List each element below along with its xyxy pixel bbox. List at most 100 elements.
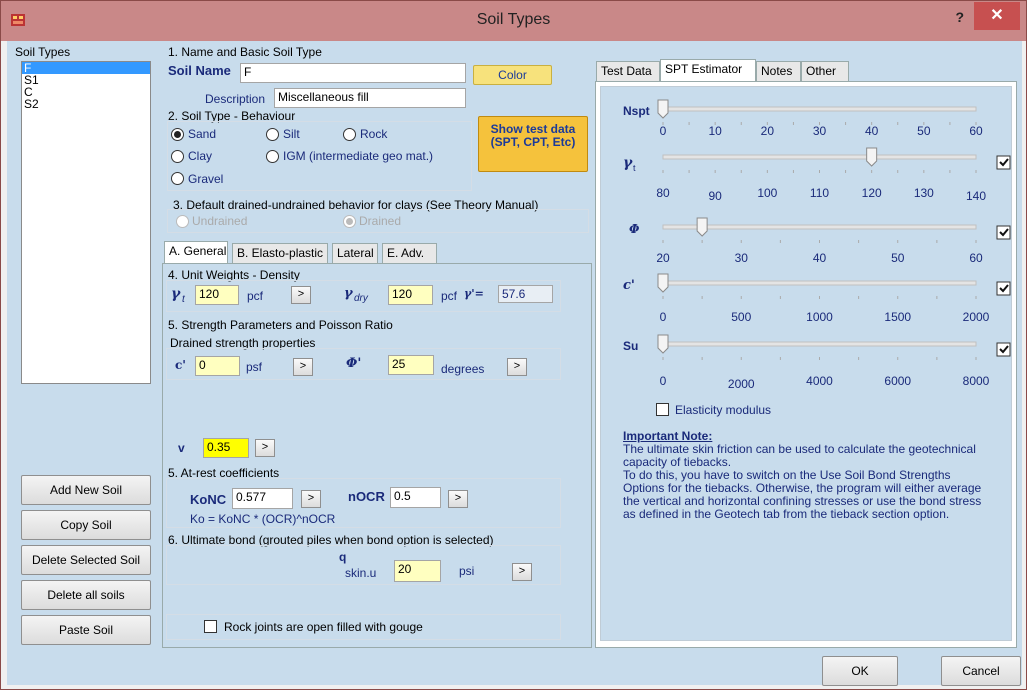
phi-tick-label: 20: [656, 251, 670, 265]
cancel-button[interactable]: Cancel: [941, 656, 1021, 686]
soil-types-window: Soil Types ? ✕ Soil Types F S1 C S2 Add New…: [0, 0, 1027, 690]
tab-other[interactable]: Other: [801, 61, 849, 81]
spt-estimator-inner: Nspt 0 10 20 30 40 50 60 γ t 80 90 100 110 120 130 140 Φ 2…: [600, 86, 1012, 641]
soil-list-item[interactable]: S2: [22, 98, 150, 110]
konc-more-button[interactable]: >: [301, 490, 321, 508]
soil-name-input[interactable]: F: [240, 63, 466, 83]
c-prime-more-button[interactable]: >: [293, 358, 313, 376]
radio-sand[interactable]: [171, 128, 184, 141]
poisson-input[interactable]: 0.35: [203, 438, 249, 458]
gamma-dry-unit: pcf: [441, 289, 458, 303]
radio-silt[interactable]: [266, 128, 279, 141]
radio-undrained[interactable]: [176, 215, 189, 228]
close-button[interactable]: ✕: [974, 2, 1020, 30]
phi-slider-thumb[interactable]: [696, 217, 708, 237]
q-skin-unit: psi: [459, 564, 475, 578]
show-test-data-button[interactable]: Show test data (SPT, CPT, Etc): [478, 116, 588, 172]
delete-all-soils-button[interactable]: Delete all soils: [21, 580, 151, 610]
q-skin-more-button[interactable]: >: [512, 563, 532, 581]
tab-a-general[interactable]: A. General: [164, 241, 228, 263]
phi-prime-input[interactable]: 25: [388, 355, 434, 375]
c-prime-input[interactable]: 0: [195, 356, 240, 376]
gamma-dry-input[interactable]: 120: [388, 285, 433, 305]
copy-soil-button[interactable]: Copy Soil: [21, 510, 151, 540]
gamma-dry-symbol: γ: [344, 286, 353, 301]
gamma-t-input[interactable]: 120: [195, 285, 239, 305]
gamma-tick-label: 90: [708, 189, 722, 203]
radio-igm-label: IGM (intermediate geo mat.): [283, 149, 434, 163]
elasticity-checkbox[interactable]: [656, 403, 669, 416]
phi-slider-label: Φ: [629, 222, 640, 236]
rock-joints-label: Rock joints are open filled with gouge: [224, 620, 423, 634]
tab-b-elasto-plastic[interactable]: B. Elasto-plastic: [232, 243, 328, 263]
paste-soil-button[interactable]: Paste Soil: [21, 615, 151, 645]
su-checkbox[interactable]: [996, 342, 1011, 357]
nocr-input[interactable]: 0.5: [390, 487, 441, 508]
gamma-slider-track[interactable]: [662, 154, 977, 160]
c-slider-track[interactable]: [662, 280, 977, 286]
konc-input[interactable]: 0.577: [232, 488, 293, 509]
nspt-tick-label: 30: [813, 124, 827, 138]
gamma-t-symbol: γ: [171, 286, 181, 302]
radio-sand-label: Sand: [188, 127, 217, 141]
c-prime-label: c': [175, 358, 186, 372]
gamma-t-subscript: t: [182, 294, 185, 305]
rock-joints-checkbox[interactable]: [204, 620, 217, 633]
radio-silt-label: Silt: [283, 127, 300, 141]
gamma-t-slider-label: γ: [623, 155, 633, 171]
phi-prime-more-button[interactable]: >: [507, 358, 527, 376]
color-button[interactable]: Color: [473, 65, 552, 85]
radio-clay-label: Clay: [188, 149, 213, 163]
soil-list-item[interactable]: C: [22, 86, 150, 98]
tab-e-adv[interactable]: E. Adv.: [382, 243, 437, 263]
nocr-more-button[interactable]: >: [448, 490, 468, 508]
su-tick-label: 4000: [806, 374, 833, 388]
tab-test-data[interactable]: Test Data: [596, 61, 660, 81]
nspt-slider-track[interactable]: [662, 106, 977, 112]
ok-button[interactable]: OK: [822, 656, 898, 686]
nspt-slider-thumb[interactable]: [657, 99, 669, 119]
phi-tick-label: 40: [813, 251, 827, 265]
phi-slider-track[interactable]: [662, 224, 977, 230]
delete-selected-soil-button[interactable]: Delete Selected Soil: [21, 545, 151, 575]
c-tick-label: 1500: [884, 310, 911, 324]
nspt-tick-label: 60: [969, 124, 983, 138]
su-slider-thumb[interactable]: [657, 334, 669, 354]
poisson-more-button[interactable]: >: [255, 439, 275, 457]
c-checkbox[interactable]: [996, 281, 1011, 296]
c-prime-unit: psf: [246, 360, 263, 374]
tab-notes[interactable]: Notes: [756, 61, 801, 81]
poisson-label: v: [178, 441, 185, 455]
radio-igm[interactable]: [266, 150, 279, 163]
general-tab-panel: 4. Unit Weights - Density γ t 120 pcf > …: [162, 263, 592, 648]
gamma-slider-thumb[interactable]: [866, 147, 878, 167]
radio-drained[interactable]: [343, 215, 356, 228]
gamma-checkbox[interactable]: [996, 155, 1011, 170]
konc-label: KoNC: [190, 492, 227, 507]
q-skin-input[interactable]: 20: [394, 560, 441, 582]
radio-drained-label: Drained: [359, 214, 402, 228]
gamma-t-more-button[interactable]: >: [291, 286, 311, 304]
soil-list[interactable]: F S1 C S2: [21, 61, 151, 384]
gamma-tick-label: 80: [656, 186, 670, 200]
spt-sliders[interactable]: Nspt 0 10 20 30 40 50 60 γ t 80 90 100 110 120 130 140 Φ 2…: [601, 87, 1013, 457]
important-note-text: The ultimate skin friction can be used t…: [623, 443, 1008, 521]
help-button[interactable]: ?: [955, 9, 964, 25]
tab-spt-estimator[interactable]: SPT Estimator: [660, 59, 756, 81]
elasticity-label: Elasticity modulus: [675, 403, 772, 417]
su-tick-label: 8000: [963, 374, 990, 388]
c-slider-thumb[interactable]: [657, 273, 669, 293]
su-tick-label: 6000: [884, 374, 911, 388]
radio-rock[interactable]: [343, 128, 356, 141]
tab-lateral[interactable]: Lateral: [332, 243, 378, 263]
su-slider-track[interactable]: [662, 341, 977, 347]
add-new-soil-button[interactable]: Add New Soil: [21, 475, 151, 505]
description-input[interactable]: Miscellaneous fill: [274, 88, 466, 108]
q-subscript: skin.u: [345, 566, 377, 580]
radio-gravel[interactable]: [171, 172, 184, 185]
soil-list-item[interactable]: S1: [22, 74, 150, 86]
soil-list-item[interactable]: F: [22, 62, 150, 74]
radio-clay[interactable]: [171, 150, 184, 163]
gamma-tick-label: 120: [862, 186, 882, 200]
phi-checkbox[interactable]: [996, 225, 1011, 240]
